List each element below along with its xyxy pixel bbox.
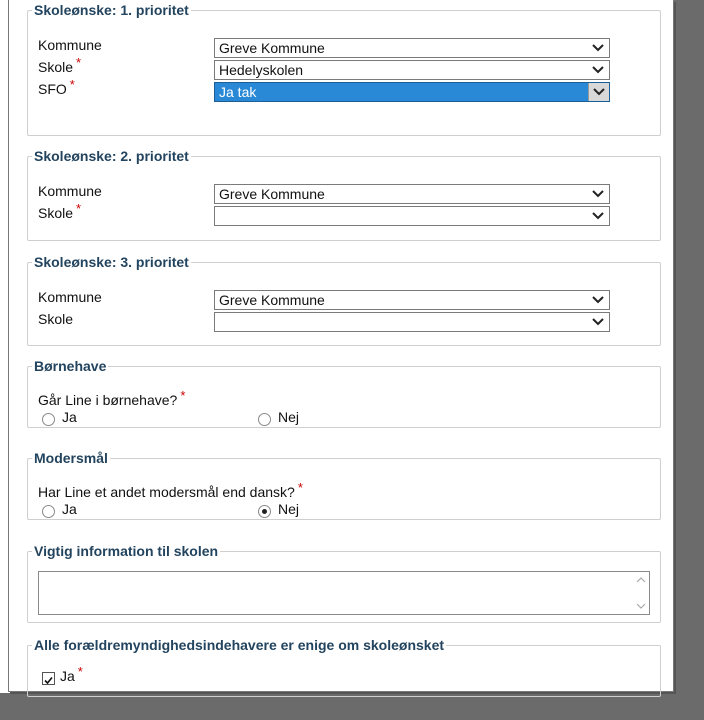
bornehave-radio-nej-label: Nej [278, 409, 300, 425]
skole-select-1-value: Hedelyskolen [219, 62, 304, 78]
chevron-down-icon [592, 44, 604, 52]
form-panel: Skoleønske: 1. prioritet Kommune Greve K… [8, 0, 674, 697]
legend-priority-2: Skoleønske: 2. prioritet [34, 148, 189, 164]
required-marker: * [297, 480, 303, 495]
kommune-select-2-value: Greve Kommune [219, 186, 325, 202]
skole-select-3[interactable] [214, 312, 610, 332]
enige-checkbox-label: Ja * [60, 664, 83, 684]
skole-select-1[interactable]: Hedelyskolen [214, 60, 610, 80]
modersmal-question: Har Line et andet modersmål end dansk? * [38, 480, 303, 500]
modersmal-radio-nej[interactable] [258, 505, 271, 518]
sfo-select-value: Ja tak [219, 84, 257, 100]
legend-modersmal: Modersmål [34, 450, 108, 466]
fieldset-info: Vigtig information til skolen [27, 543, 661, 623]
required-marker: * [180, 388, 186, 403]
fieldset-modersmal: Modersmål Har Line et andet modersmål en… [27, 450, 661, 520]
chevron-down-icon [592, 296, 604, 304]
kommune-select-2[interactable]: Greve Kommune [214, 184, 610, 204]
bornehave-radio-ja-label: Ja [62, 409, 77, 425]
kommune-select-1[interactable]: Greve Kommune [214, 38, 610, 58]
legend-bornehave: Børnehave [34, 358, 107, 374]
skole-label-2: Skole * [38, 201, 82, 221]
info-textarea[interactable] [38, 571, 650, 615]
chevron-down-icon [592, 66, 604, 74]
bornehave-radio-ja[interactable] [42, 413, 55, 426]
required-marker: * [76, 201, 82, 216]
chevron-down-icon [592, 190, 604, 198]
required-marker: * [77, 664, 83, 679]
legend-priority-1: Skoleønske: 1. prioritet [34, 2, 189, 18]
fieldset-bornehave: Børnehave Går Line i børnehave? * Ja Nej [27, 358, 661, 428]
background-bottom [0, 693, 704, 720]
modersmal-radio-ja[interactable] [42, 505, 55, 518]
modersmal-radio-nej-label: Nej [278, 501, 300, 517]
modersmal-radio-ja-label: Ja [62, 501, 77, 517]
skole-label-1: Skole * [38, 55, 82, 75]
chevron-down-icon [592, 212, 604, 220]
fieldset-priority-3: Skoleønske: 3. prioritet Kommune Greve K… [27, 254, 661, 346]
kommune-label-2: Kommune [38, 183, 102, 199]
dropdown-button[interactable] [588, 83, 609, 101]
scroll-arrows-icon[interactable] [635, 574, 647, 612]
kommune-select-3-value: Greve Kommune [219, 292, 325, 308]
legend-priority-3: Skoleønske: 3. prioritet [34, 254, 189, 270]
kommune-label-1: Kommune [38, 37, 102, 53]
background-right [674, 0, 704, 720]
fieldset-priority-2: Skoleønske: 2. prioritet Kommune Greve K… [27, 148, 661, 241]
required-marker: * [69, 77, 75, 92]
fieldset-priority-1: Skoleønske: 1. prioritet Kommune Greve K… [27, 2, 661, 136]
skole-select-2[interactable] [214, 206, 610, 226]
legend-enige: Alle forældremyndighedsindehavere er eni… [34, 637, 445, 653]
required-marker: * [76, 55, 82, 70]
chevron-down-icon [593, 88, 605, 96]
kommune-select-3[interactable]: Greve Kommune [214, 290, 610, 310]
bornehave-radio-nej[interactable] [258, 413, 271, 426]
kommune-label-3: Kommune [38, 289, 102, 305]
legend-info: Vigtig information til skolen [34, 543, 219, 559]
bornehave-question: Går Line i børnehave? * [38, 388, 186, 408]
kommune-select-1-value: Greve Kommune [219, 40, 325, 56]
sfo-select[interactable]: Ja tak [214, 82, 610, 102]
checkmark-icon [44, 676, 53, 685]
enige-checkbox[interactable] [42, 672, 55, 685]
chevron-down-icon [592, 318, 604, 326]
skole-label-3: Skole [38, 311, 74, 327]
fieldset-enige: Alle forældremyndighedsindehavere er eni… [27, 637, 661, 697]
sfo-label: SFO * [38, 77, 75, 97]
